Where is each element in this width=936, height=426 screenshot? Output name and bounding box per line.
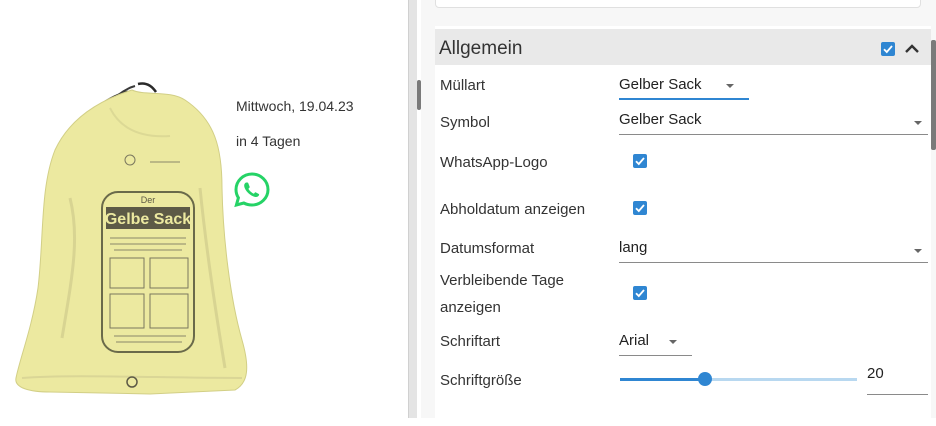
bag-logo-text: Gelbe Sack [105,211,191,228]
label-schriftart: Schriftart [440,333,501,350]
preview-area: Der Gelbe Sack Mittwoch, 19.04.23 in 4 T… [0,0,408,418]
previous-section-card [435,0,921,8]
font-size-slider-fill [620,378,706,381]
font-size-value: 20 [867,365,884,382]
datumsformat-select[interactable]: lang [619,239,928,263]
section-header[interactable]: Allgemein [435,29,931,65]
abholdatum-checkbox[interactable] [633,201,647,215]
pickup-date: Mittwoch, 19.04.23 [236,98,354,114]
bag-logo-small-text: Der [141,195,156,205]
settings-panel: Allgemein Müllart Gelber Sack Symbol Gel… [421,0,936,426]
check-icon [635,289,645,298]
check-icon [883,45,893,54]
symbol-select[interactable]: Gelber Sack [619,111,928,135]
label-verbleibende-tage: Verbleibende Tage [440,272,564,289]
schriftart-underline [619,355,692,356]
label-symbol: Symbol [440,114,491,131]
symbol-value: Gelber Sack [619,111,702,128]
schriftart-value: Arial [619,332,650,349]
check-icon [635,204,645,213]
check-icon [635,157,645,166]
datumsformat-value: lang [619,239,648,256]
schriftart-select[interactable]: Arial [619,332,692,356]
label-verbleibende-tage-line2: anzeigen [440,299,501,316]
muellart-select[interactable]: Gelber Sack [619,76,749,100]
whatsapp-icon [234,172,270,208]
label-muellart: Müllart [440,77,486,94]
label-abholdatum: Abholdatum anzeigen [440,201,586,218]
symbol-underline [619,134,928,135]
dropdown-caret-icon [669,340,677,344]
font-size-slider-thumb[interactable] [698,372,713,386]
section-enable-checkbox[interactable] [881,42,895,56]
label-datumsformat: Datumsformat [440,240,535,257]
section-title: Allgemein [439,38,523,59]
label-schriftgroesse: Schriftgröße [440,372,522,389]
whatsapp-logo-checkbox[interactable] [633,154,647,168]
pane-splitter[interactable] [408,0,417,418]
label-whatsapp-logo: WhatsApp-Logo [440,154,548,171]
font-size-input[interactable]: 20 [867,365,928,395]
muellart-value: Gelber Sack [619,76,702,93]
days-remaining: in 4 Tagen [236,133,301,149]
panel-scrollbar[interactable] [931,40,936,150]
datumsformat-underline [619,262,928,263]
verbleibende-tage-checkbox[interactable] [633,286,647,300]
dropdown-caret-icon [914,249,922,253]
muellart-underline [619,98,749,100]
font-size-underline [867,394,928,395]
dropdown-caret-icon [914,121,922,125]
dropdown-caret-icon [726,84,734,88]
section-allgemein: Allgemein Müllart Gelber Sack Symbol Gel… [435,26,931,426]
yellow-bag-image: Der Gelbe Sack [15,82,248,395]
chevron-up-icon[interactable] [904,41,920,57]
